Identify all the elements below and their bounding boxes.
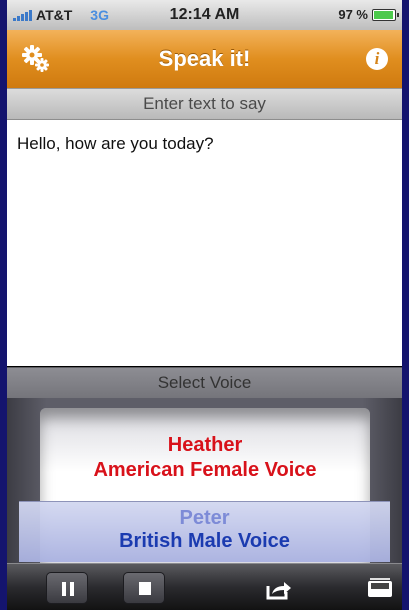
pause-icon: [62, 582, 74, 596]
archive-icon: [368, 578, 392, 597]
voice-section-header: Select Voice: [7, 367, 402, 399]
share-button[interactable]: [257, 572, 299, 604]
battery-icon: [372, 8, 399, 21]
next-voice-desc: British Male Voice: [119, 530, 290, 552]
speech-text-input[interactable]: Hello, how are you today?: [7, 120, 402, 366]
title-bar: Speak it! i: [7, 30, 402, 89]
voice-picker[interactable]: Heather American Female Voice Peter Brit…: [7, 398, 402, 568]
bottom-toolbar: [7, 563, 402, 610]
info-icon[interactable]: i: [366, 48, 388, 70]
selected-voice-name: Heather: [167, 434, 243, 456]
archive-button[interactable]: [365, 572, 395, 604]
selected-voice[interactable]: Heather American Female Voice: [40, 433, 370, 483]
battery-status: 97 %: [338, 7, 399, 22]
next-voice-name: Peter: [179, 507, 230, 529]
status-bar: AT&T 3G 12:14 AM 97 %: [7, 0, 402, 30]
battery-percent: 97 %: [338, 7, 368, 22]
share-icon: [266, 582, 291, 600]
text-section-header: Enter text to say: [7, 88, 402, 120]
app-title: Speak it!: [158, 46, 251, 71]
selected-voice-desc: American Female Voice: [93, 459, 317, 481]
pause-button[interactable]: [46, 572, 88, 604]
picker-option-next[interactable]: Peter British Male Voice: [19, 501, 390, 562]
stop-icon: [139, 582, 151, 595]
app-screen: AT&T 3G 12:14 AM 97 % Speak it! i Enter …: [7, 0, 402, 610]
stop-button[interactable]: [123, 572, 165, 604]
